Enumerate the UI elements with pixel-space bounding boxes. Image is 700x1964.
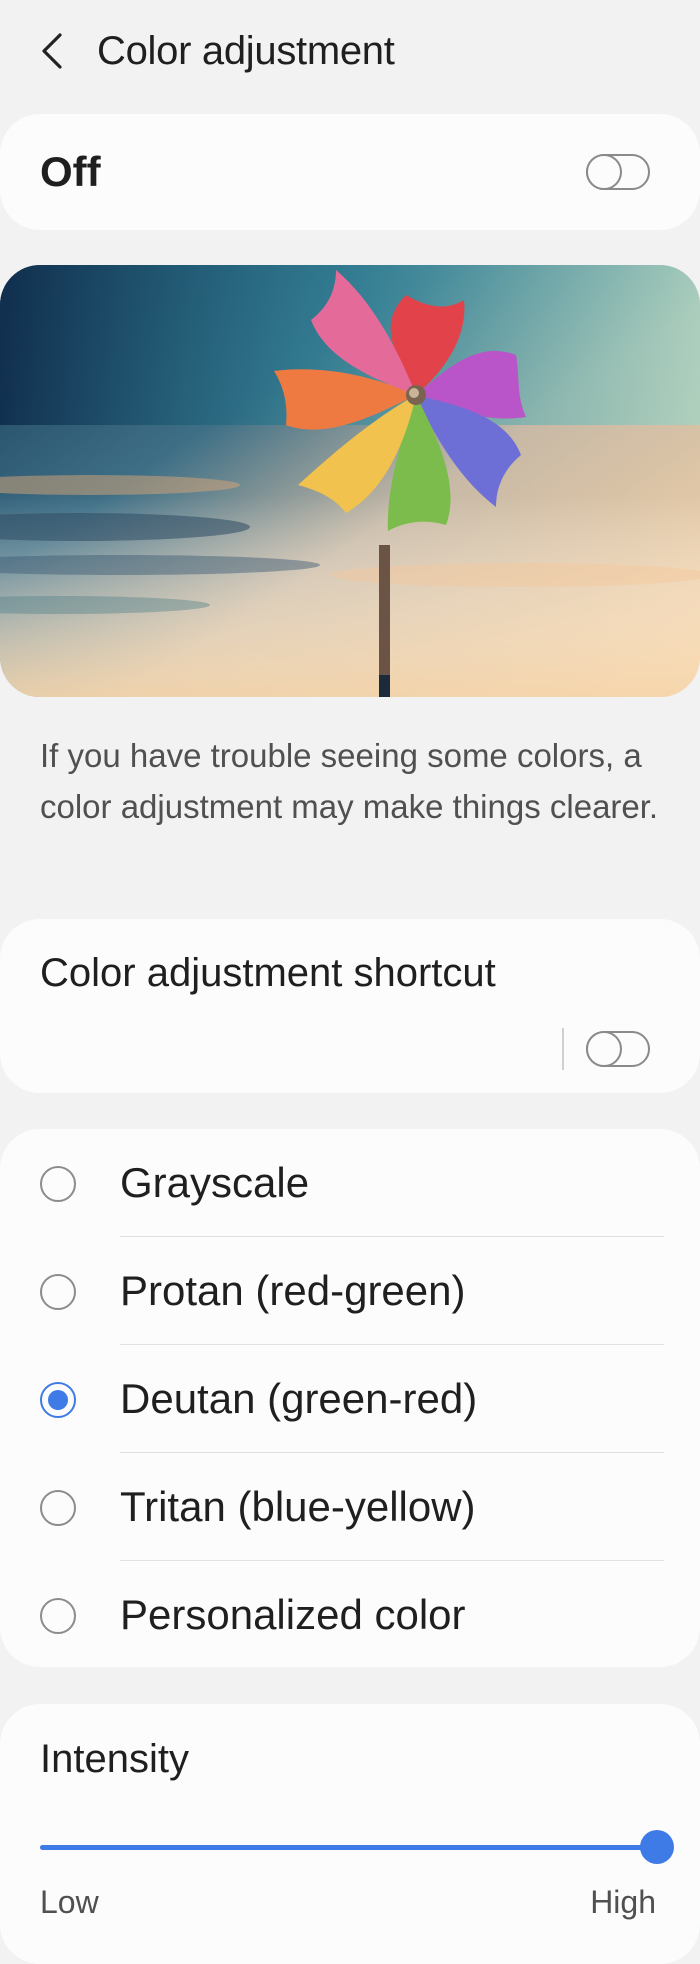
description-text: If you have trouble seeing some colors, … — [40, 737, 659, 825]
shortcut-label: Color adjustment shortcut — [40, 951, 496, 995]
option-label: Grayscale — [120, 1159, 310, 1206]
color-options-card: Grayscale Protan (red-green) Deutan (gre… — [0, 1129, 700, 1667]
pinwheel-preview-image — [0, 265, 700, 697]
back-button[interactable] — [30, 24, 74, 78]
slider-low-label: Low — [40, 1884, 99, 1920]
radio-button-selected[interactable] — [40, 1382, 76, 1418]
intensity-slider[interactable] — [40, 1830, 674, 1864]
shortcut-card[interactable] — [0, 919, 700, 1093]
switch-knob — [586, 1031, 622, 1067]
option-label: Deutan (green-red) — [120, 1375, 478, 1422]
switch-knob — [586, 154, 622, 190]
shortcut-toggle-switch[interactable] — [586, 1031, 650, 1067]
option-deutan[interactable]: Deutan (green-red) — [0, 1345, 700, 1453]
intensity-label: Intensity — [40, 1737, 189, 1781]
slider-fill — [40, 1845, 657, 1850]
radio-button[interactable] — [40, 1490, 76, 1526]
slider-thumb[interactable] — [640, 1830, 674, 1864]
option-label: Tritan (blue-yellow) — [120, 1483, 476, 1530]
radio-button[interactable] — [40, 1274, 76, 1310]
option-protan[interactable]: Protan (red-green) — [0, 1237, 700, 1345]
option-label: Personalized color — [120, 1591, 466, 1638]
radio-button[interactable] — [40, 1598, 76, 1634]
chevron-left-icon — [42, 33, 62, 69]
shortcut-divider — [562, 1028, 564, 1070]
option-grayscale[interactable]: Grayscale — [0, 1129, 700, 1237]
app-header: Color adjustment — [0, 0, 700, 104]
radio-button[interactable] — [40, 1166, 76, 1202]
option-personalized-color[interactable]: Personalized color — [0, 1561, 700, 1669]
page-title: Color adjustment — [97, 29, 395, 73]
master-toggle-label: Off — [40, 148, 101, 195]
master-toggle-switch[interactable] — [586, 154, 650, 190]
option-label: Protan (red-green) — [120, 1267, 466, 1314]
option-tritan[interactable]: Tritan (blue-yellow) — [0, 1453, 700, 1561]
slider-high-label: High — [590, 1884, 656, 1920]
